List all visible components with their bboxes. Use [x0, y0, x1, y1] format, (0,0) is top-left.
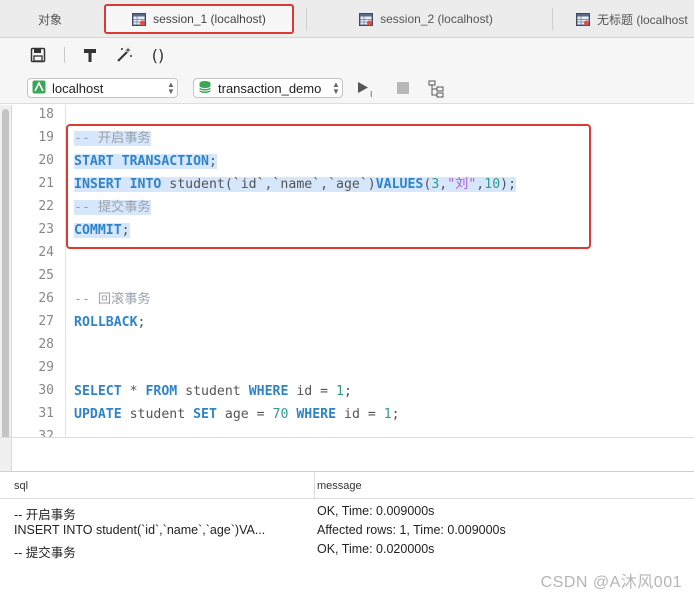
sql-number: 1: [383, 407, 392, 422]
format-icon[interactable]: [80, 45, 100, 65]
sql-identifier: student: [177, 384, 249, 399]
database-icon: [198, 80, 212, 97]
sql-punct: ;: [137, 315, 146, 330]
panel-splitter[interactable]: [0, 437, 694, 472]
line-number-gutter: 18 19 20 21 22 23 24 25 26 27 28 29 30 3…: [12, 105, 66, 437]
sql-identifier: age =: [216, 407, 273, 422]
sql-punct: ;: [391, 407, 400, 422]
sql-keyword: WHERE: [296, 407, 337, 422]
sql-identifier: id =: [288, 384, 337, 399]
cell-message: OK, Time: 0.020000s: [317, 542, 435, 556]
line-number: 18: [38, 107, 54, 122]
chevron-updown-icon: ▲ ▼: [332, 80, 340, 96]
column-divider[interactable]: [314, 472, 315, 499]
tab-untitled[interactable]: 无标题 (localhost: [560, 4, 694, 34]
line-number: 25: [38, 268, 54, 283]
connection-bar: localhost ▲ ▼ transaction_demo ▲ ▼ I: [0, 72, 694, 104]
query-table-icon: [576, 12, 590, 26]
code-line: UPDATE student SET age = 70 WHERE id = 1…: [74, 404, 400, 425]
highlight-annotation: [66, 124, 591, 249]
tab-divider: [306, 8, 307, 30]
cell-sql: -- 开启事务: [14, 508, 76, 522]
sql-punct: ;: [344, 384, 352, 399]
line-number: 32: [38, 429, 54, 437]
result-header: sql message: [0, 472, 694, 499]
sql-number: 70: [272, 407, 289, 422]
line-number: 26: [38, 291, 54, 306]
connection-select[interactable]: localhost ▲ ▼: [27, 78, 178, 98]
table-row[interactable]: -- 提交事务 OK, Time: 0.020000s: [0, 541, 694, 560]
cell-message: OK, Time: 0.009000s: [317, 504, 435, 518]
line-number: 27: [38, 314, 54, 329]
line-number: 30: [38, 383, 54, 398]
code-line: -- 回滚事务: [74, 289, 151, 310]
line-number: 29: [38, 360, 54, 375]
toolbar-divider: [64, 47, 65, 63]
stop-icon[interactable]: [397, 82, 409, 94]
tab-session-2-label: session_2 (localhost): [380, 12, 493, 26]
watermark: CSDN @A沐风001: [540, 574, 682, 591]
line-number: 19: [38, 130, 54, 145]
database-value: transaction_demo: [218, 80, 322, 96]
line-number: 31: [38, 406, 54, 421]
table-row[interactable]: INSERT INTO student(`id`,`name`,`age`)VA…: [0, 522, 694, 541]
sql-keyword: ROLLBACK: [74, 315, 138, 330]
splitter-gutter: [0, 438, 12, 472]
run-icon[interactable]: I: [356, 80, 378, 99]
sql-keyword: SELECT: [74, 384, 122, 399]
save-icon[interactable]: [28, 45, 48, 65]
magic-wand-icon[interactable]: [114, 45, 134, 65]
cell-sql: INSERT INTO student(`id`,`name`,`age`)VA…: [14, 523, 266, 537]
sql-keyword: FROM: [145, 384, 178, 399]
column-header-message[interactable]: message: [317, 480, 362, 492]
parentheses-icon[interactable]: (): [148, 45, 168, 65]
line-number: 24: [38, 245, 54, 260]
tab-objects[interactable]: 对象: [0, 4, 100, 34]
sql-keyword: WHERE: [248, 384, 289, 399]
column-header-sql[interactable]: sql: [14, 480, 28, 492]
tab-bar: 对象 session_1 (localhost) session_2 (loca…: [0, 0, 694, 38]
query-table-icon: [132, 12, 147, 26]
editor-scrollbar[interactable]: [0, 105, 12, 437]
sql-identifier: student: [121, 407, 194, 422]
cell-sql: -- 提交事务: [14, 546, 76, 560]
cell-message: Affected rows: 1, Time: 0.009000s: [317, 523, 506, 537]
line-number: 28: [38, 337, 54, 352]
line-number: 23: [38, 222, 54, 237]
editor-toolbar: (): [0, 38, 694, 72]
sql-keyword: SET: [193, 407, 217, 422]
line-number: 22: [38, 199, 54, 214]
code-line: SELECT * FROM student WHERE id = 1;: [74, 381, 352, 402]
line-number: 20: [38, 153, 54, 168]
tab-untitled-label: 无标题 (localhost: [597, 12, 688, 27]
table-row[interactable]: -- 开启事务 OK, Time: 0.009000s: [0, 503, 694, 522]
explain-icon[interactable]: [428, 80, 446, 98]
line-number: 21: [38, 176, 54, 191]
tab-session-1[interactable]: session_1 (localhost): [104, 4, 294, 34]
svg-text:I: I: [370, 90, 372, 98]
chevron-updown-icon: ▲ ▼: [167, 80, 175, 96]
connection-value: localhost: [52, 80, 104, 96]
query-table-icon: [359, 12, 374, 26]
sql-identifier: id =: [336, 407, 384, 422]
sql-number: 1: [336, 384, 344, 399]
tab-objects-label: 对象: [37, 12, 62, 27]
connection-icon: [32, 80, 46, 97]
sql-editor[interactable]: 18 19 20 21 22 23 24 25 26 27 28 29 30 3…: [0, 105, 694, 437]
code-line: ROLLBACK;: [74, 312, 145, 333]
tab-session-1-label: session_1 (localhost): [153, 12, 266, 26]
sql-keyword: UPDATE: [74, 407, 122, 422]
database-select[interactable]: transaction_demo ▲ ▼: [193, 78, 343, 98]
tab-session-2[interactable]: session_2 (localhost): [308, 4, 544, 34]
scrollbar-thumb[interactable]: [2, 109, 9, 437]
tab-divider: [552, 8, 553, 30]
sql-comment: -- 回滚事务: [74, 292, 151, 307]
sql-identifier: *: [121, 384, 146, 399]
